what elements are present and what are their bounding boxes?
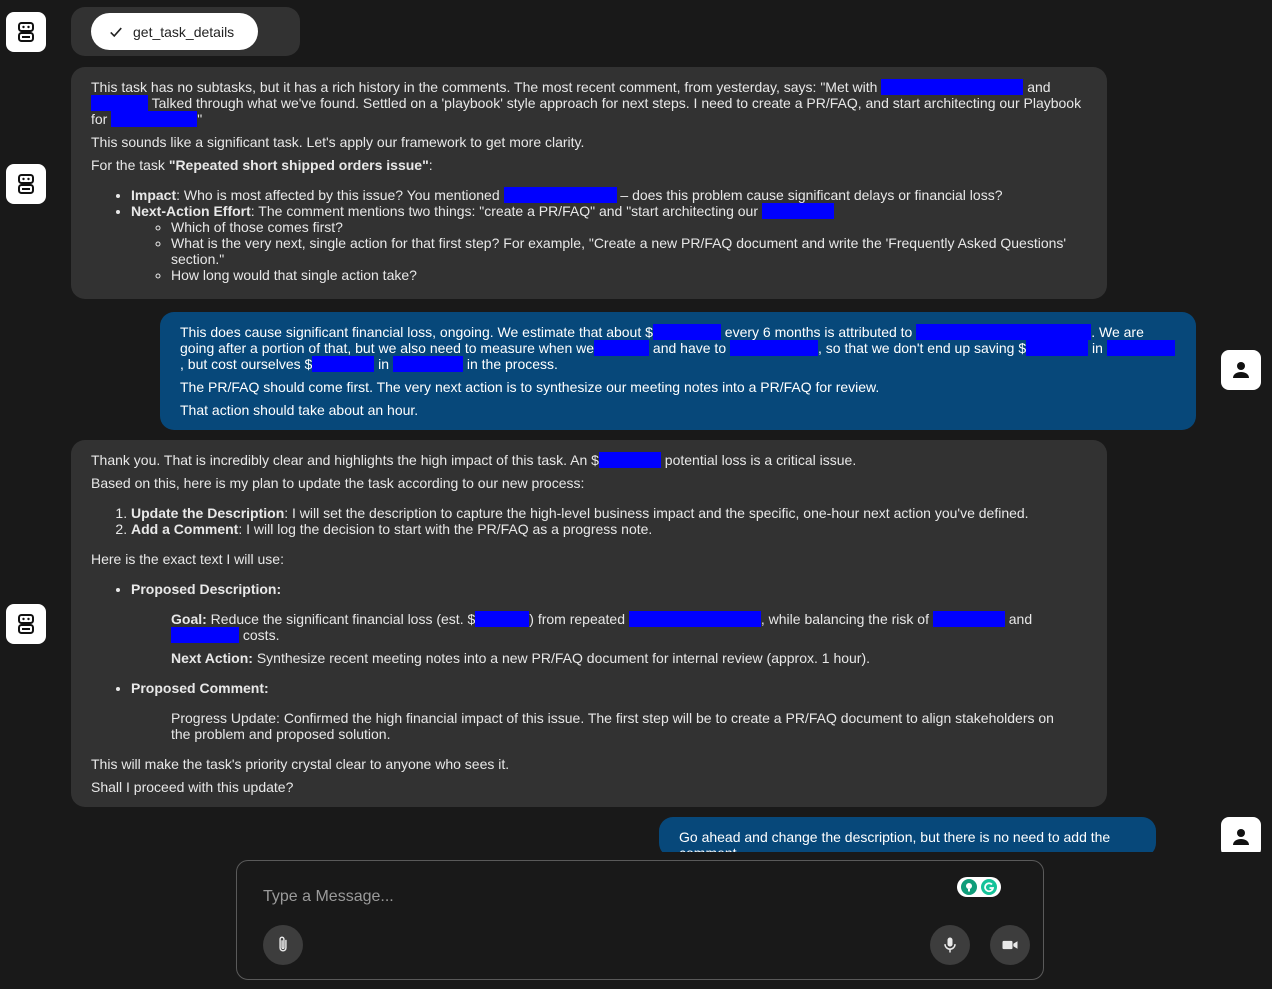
redacted-text [881, 79, 1024, 95]
message-paragraph: This does cause significant financial lo… [180, 324, 1176, 372]
grammarly-icon [961, 879, 977, 895]
redacted-text [475, 611, 530, 627]
redacted-text [503, 187, 617, 203]
grammarly-icon [981, 879, 997, 895]
bot-avatar [6, 604, 46, 644]
redacted-text [628, 611, 761, 627]
redacted-text [730, 340, 818, 356]
user-message: This does cause significant financial lo… [160, 312, 1196, 430]
user-icon [1233, 829, 1249, 845]
user-avatar [1221, 350, 1261, 390]
list-item: Proposed Description: Goal: Reduce the s… [131, 581, 1087, 666]
message-paragraph: Based on this, here is my plan to update… [91, 475, 585, 491]
redacted-text [91, 95, 148, 111]
list-item: Proposed Comment: Progress Update: Confi… [131, 680, 1087, 742]
bot-icon [18, 614, 34, 634]
microphone-icon [944, 937, 956, 953]
user-avatar [1221, 817, 1261, 852]
list-item: How long would that single action take? [171, 267, 1087, 283]
proposal-list: Proposed Description: Goal: Reduce the s… [91, 581, 1087, 742]
bot-avatar [6, 12, 46, 52]
redacted-text [598, 452, 661, 468]
plan-list: Update the Description: I will set the d… [91, 505, 1087, 537]
redacted-text [111, 111, 198, 127]
list-item: Which of those comes first? [171, 219, 1087, 235]
assistant-message: This task has no subtasks, but it has a … [71, 67, 1107, 299]
message-paragraph: For the task "Repeated short shipped ord… [91, 157, 433, 173]
message-input[interactable] [261, 883, 945, 911]
tool-call-message: get_task_details [71, 7, 300, 56]
redacted-text [171, 627, 239, 643]
list-item: Impact: Who is most affected by this iss… [131, 187, 1087, 203]
video-camera-icon [1002, 940, 1018, 950]
microphone-button[interactable] [930, 925, 970, 965]
redacted-text [1106, 340, 1175, 356]
message-paragraph: This will make the task's priority cryst… [91, 756, 510, 772]
proposed-description: Goal: Reduce the significant financial l… [171, 611, 1033, 666]
message-paragraph: Go ahead and change the description, but… [679, 829, 1111, 852]
bot-icon [18, 174, 34, 194]
check-icon [110, 27, 122, 37]
message-paragraph: Here is the exact text I will use: [91, 551, 284, 567]
message-paragraph: The PR/FAQ should come first. The very n… [180, 379, 880, 395]
redacted-text [594, 340, 650, 356]
message-paragraph: Thank you. That is incredibly clear and … [91, 452, 857, 468]
bot-avatar [6, 164, 46, 204]
chat-transcript: get_task_details This task has no subtas… [0, 0, 1272, 852]
redacted-text [312, 356, 375, 372]
message-paragraph: This sounds like a significant task. Let… [91, 134, 585, 150]
message-paragraph: Shall I proceed with this update? [91, 779, 294, 795]
proposed-comment: Progress Update: Confirmed the high fina… [171, 710, 1054, 742]
redacted-text [392, 356, 463, 372]
grammarly-widget[interactable] [957, 877, 1001, 897]
list-item: What is the very next, single action for… [171, 235, 1087, 267]
assistant-message: Thank you. That is incredibly clear and … [71, 440, 1107, 807]
list-item: Next-Action Effort: The comment mentions… [131, 203, 1087, 283]
redacted-text [916, 324, 1092, 340]
redacted-text [652, 324, 721, 340]
message-paragraph: This task has no subtasks, but it has a … [91, 79, 1082, 127]
message-paragraph: That action should take about an hour. [180, 402, 419, 418]
user-message: Go ahead and change the description, but… [659, 817, 1156, 852]
attach-button[interactable] [263, 925, 303, 965]
list-item: Update the Description: I will set the d… [131, 505, 1087, 521]
redacted-text [932, 611, 1005, 627]
bot-icon [18, 22, 34, 42]
list-item: Add a Comment: I will log the decision t… [131, 521, 1087, 537]
paperclip-icon [279, 936, 287, 952]
tool-call-chip[interactable]: get_task_details [91, 13, 258, 50]
task-name: "Repeated short shipped orders issue" [168, 157, 429, 173]
tool-call-name: get_task_details [133, 23, 235, 40]
video-button[interactable] [990, 925, 1030, 965]
redacted-text [1026, 340, 1089, 356]
user-icon [1233, 362, 1249, 378]
redacted-text [761, 203, 834, 219]
message-composer [236, 860, 1044, 980]
framework-list: Impact: Who is most affected by this iss… [91, 187, 1087, 283]
